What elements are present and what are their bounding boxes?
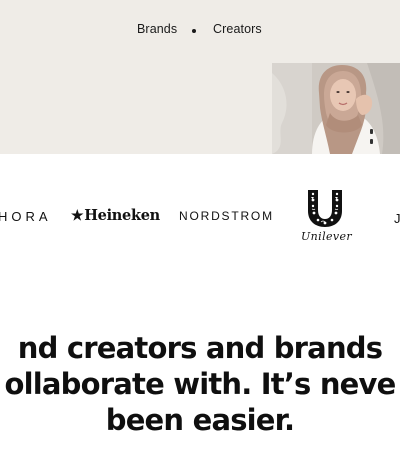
nav-link-brands[interactable]: Brands	[137, 22, 177, 36]
headline-line-3: been easier.	[105, 403, 295, 437]
logo-partial-cutoff: J	[394, 211, 400, 226]
nav-link-creators[interactable]: Creators	[213, 22, 262, 36]
audience-toggle-nav: Brands Creators	[0, 22, 400, 40]
brand-logo-strip: HORA ★Heineken NORDSTROM Unilever J	[0, 154, 400, 274]
logo-unilever-text: Unilever	[301, 230, 353, 243]
unilever-u-icon	[308, 190, 342, 227]
logo-nordstrom: NORDSTROM	[179, 209, 274, 223]
headline-line-2: ollaborate with. It’s neve	[4, 367, 396, 401]
hero-headline: nd creators and brands ollaborate with. …	[0, 330, 400, 450]
creator-photo	[272, 63, 400, 154]
logo-sephora: HORA	[0, 209, 52, 224]
logo-heineken-text: Heineken	[84, 207, 160, 224]
nav-separator-dot	[192, 29, 196, 33]
logo-heineken: ★Heineken	[71, 207, 160, 224]
star-icon: ★	[71, 208, 84, 224]
headline-line-1: nd creators and brands	[17, 331, 383, 365]
